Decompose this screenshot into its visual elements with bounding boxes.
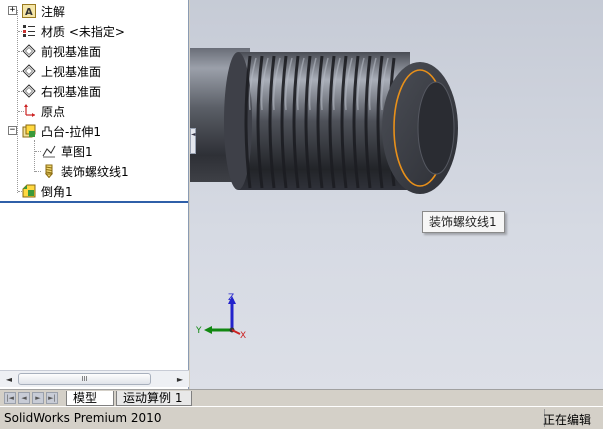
rollback-bar[interactable] (0, 201, 188, 203)
origin-icon (22, 104, 36, 118)
tab-motion-study[interactable]: 运动算例 1 (116, 391, 192, 406)
tree-item-chamfer[interactable]: 倒角1 (22, 181, 73, 201)
tree-item-cosmetic-thread[interactable]: 装饰螺纹线1 (42, 161, 129, 181)
triad-y-label: Y (195, 326, 202, 336)
scroll-left-icon[interactable]: ◄ (2, 373, 16, 386)
feature-manager-tree: + − A 注解 材质 <未指定> 前视基准面 上视基准面 右视基准面 原点 凸… (0, 0, 189, 389)
tree-line (17, 10, 18, 193)
tree-item-boss-extrude[interactable]: 凸台-拉伸1 (22, 121, 101, 141)
plane-icon (22, 44, 36, 58)
expand-annotations-button[interactable]: + (8, 6, 17, 15)
triad-x-label: X (240, 331, 246, 341)
view-orientation-triad: Z Y X (195, 293, 246, 341)
chamfer-icon (22, 184, 36, 198)
tree-item-origin[interactable]: 原点 (22, 101, 65, 121)
tree-item-label: 凸台-拉伸1 (41, 124, 101, 139)
tree-item-label: 草图1 (61, 144, 93, 159)
tab-first-icon[interactable]: |◄ (4, 392, 16, 404)
tab-prev-icon[interactable]: ◄ (18, 392, 30, 404)
tree-item-right-plane[interactable]: 右视基准面 (22, 81, 101, 101)
tree-item-sketch[interactable]: 草图1 (42, 141, 93, 161)
sketch-icon (42, 144, 56, 158)
tree-line (35, 151, 41, 152)
extrude-icon (22, 124, 36, 138)
tree-item-label: 右视基准面 (41, 84, 102, 99)
tree-item-label: 装饰螺纹线1 (61, 164, 129, 179)
tree-item-label: 倒角1 (41, 184, 73, 199)
annotation-icon: A (22, 4, 36, 18)
triad-z-label: Z (228, 293, 234, 303)
panel-collapse-handle[interactable]: ◄ (190, 128, 196, 154)
tree-item-label: 上视基准面 (41, 64, 102, 79)
material-icon (22, 24, 36, 38)
tree-item-label: 原点 (41, 104, 66, 119)
plane-icon (22, 64, 36, 78)
tree-item-top-plane[interactable]: 上视基准面 (22, 61, 101, 81)
threaded-rod-model[interactable]: Z Y X (190, 0, 603, 389)
tree-item-label: 注解 (41, 4, 66, 19)
status-edit-state: 正在编辑 (542, 413, 591, 427)
tree-item-label: 材质 <未指定> (41, 24, 125, 39)
status-bar: SolidWorks Premium 2010 正在编辑 (0, 406, 603, 429)
tree-item-material[interactable]: 材质 <未指定> (22, 21, 125, 41)
graphics-viewport[interactable]: Z Y X (190, 0, 603, 389)
tree-item-front-plane[interactable]: 前视基准面 (22, 41, 101, 61)
tree-line (35, 171, 41, 172)
collapse-extrude-button[interactable]: − (8, 126, 17, 135)
cosmetic-thread-icon (42, 164, 56, 178)
tab-last-icon[interactable]: ►| (46, 392, 58, 404)
tree-horizontal-scrollbar[interactable]: ◄ III ► (0, 370, 189, 387)
tab-next-icon[interactable]: ► (32, 392, 44, 404)
tree-item-label: 前视基准面 (41, 44, 102, 59)
feature-tooltip: 装饰螺纹线1 (422, 211, 505, 233)
status-product-name: SolidWorks Premium 2010 (4, 411, 162, 425)
tab-model[interactable]: 模型 (66, 391, 114, 406)
scroll-right-icon[interactable]: ► (173, 373, 187, 386)
plane-icon (22, 84, 36, 98)
svg-text:A: A (25, 7, 33, 18)
bottom-tab-bar: |◄ ◄ ► ►| 模型 运动算例 1 (0, 389, 603, 406)
tree-item-annotations[interactable]: A 注解 (22, 1, 65, 21)
scrollbar-thumb[interactable]: III (18, 373, 151, 385)
tree-line (34, 140, 35, 172)
